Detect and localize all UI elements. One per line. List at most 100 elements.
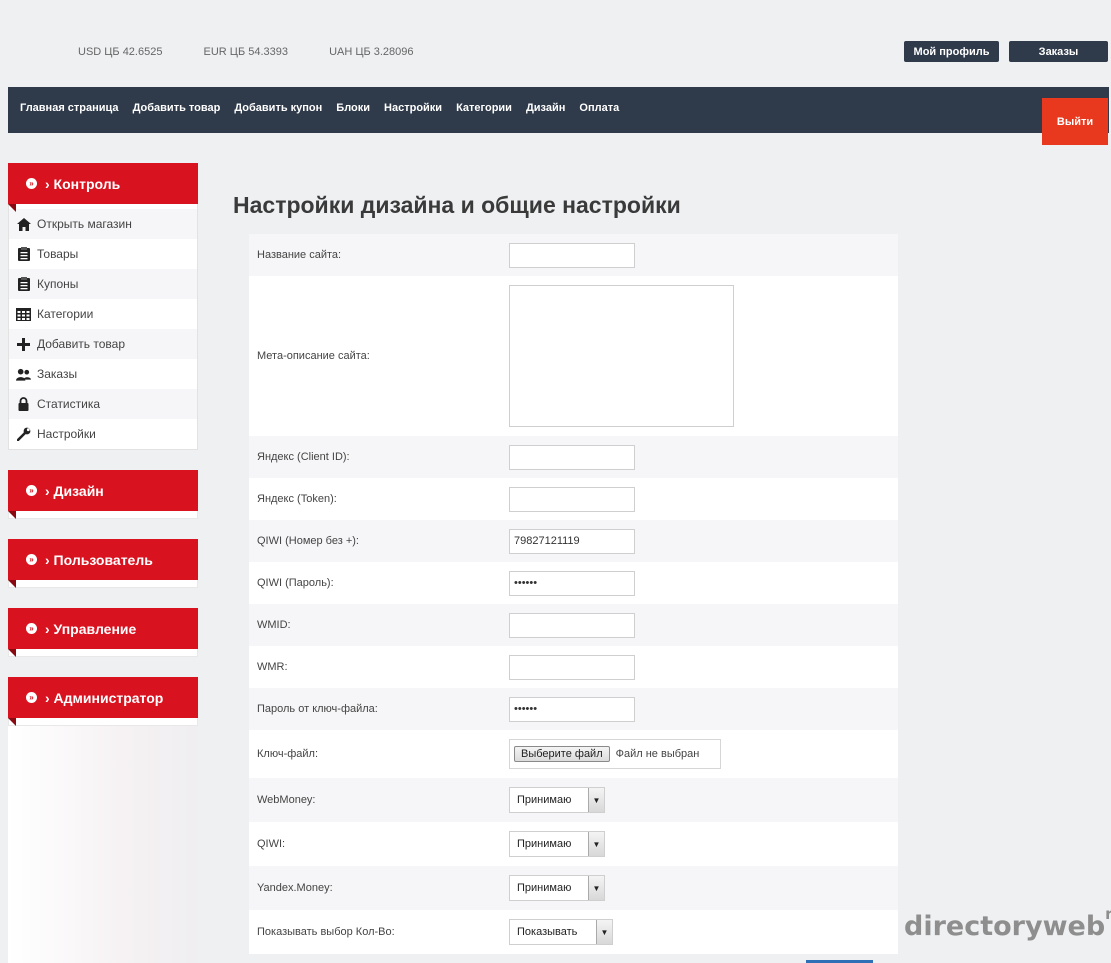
form-row-key-file: Ключ-файл: Выберите файл Файл не выбран bbox=[249, 730, 898, 778]
sidebar-header-label: › Контроль bbox=[45, 175, 121, 192]
qiwi-select[interactable]: Принимаю ▼ bbox=[509, 831, 605, 857]
chevron-circle-icon: » bbox=[26, 554, 37, 565]
sidebar-item-label: Категории bbox=[37, 307, 94, 321]
yandex-client-id-input[interactable] bbox=[509, 444, 635, 470]
home-icon bbox=[16, 217, 31, 231]
sidebar-header-label: › Управление bbox=[45, 620, 137, 637]
key-password-input[interactable]: •••••• bbox=[509, 696, 635, 722]
form-row-wmid: WMID: bbox=[249, 604, 898, 646]
sidebar-group-management: » › Управление bbox=[8, 608, 198, 657]
meta-description-textarea[interactable] bbox=[509, 285, 734, 427]
form-row-qiwi-password: QIWI (Пароль): •••••• bbox=[249, 562, 898, 604]
form-row-yandex-token: Яндекс (Token): bbox=[249, 478, 898, 520]
chevron-circle-icon: » bbox=[26, 692, 37, 703]
show-quantity-select-value: Показывать bbox=[517, 926, 578, 938]
sidebar-item-add-product[interactable]: Добавить товар bbox=[9, 329, 197, 359]
settings-form: Название сайта: Мета-описание сайта: Янд… bbox=[249, 234, 898, 954]
nav-item-design[interactable]: Дизайн bbox=[526, 102, 565, 114]
qiwi-label: QIWI: bbox=[257, 838, 286, 850]
sidebar-item-coupons[interactable]: Купоны bbox=[9, 269, 197, 299]
usd-rate: USD ЦБ 42.6525 bbox=[78, 46, 163, 58]
sidebar-header-management[interactable]: » › Управление bbox=[8, 608, 198, 657]
my-profile-button[interactable]: Мой профиль bbox=[904, 41, 999, 62]
lock-icon bbox=[16, 397, 31, 411]
yandex-client-id-label: Яндекс (Client ID): bbox=[257, 451, 350, 463]
webmoney-select-value: Принимаю bbox=[517, 794, 572, 806]
dropdown-arrow-icon: ▼ bbox=[588, 832, 604, 856]
clipboard-icon bbox=[16, 247, 31, 261]
nav-item-add-product[interactable]: Добавить товар bbox=[133, 102, 221, 114]
form-row-key-password: Пароль от ключ-файла: •••••• bbox=[249, 688, 898, 730]
chevron-circle-icon: » bbox=[26, 485, 37, 496]
sidebar-item-open-shop[interactable]: Открыть магазин bbox=[9, 209, 197, 239]
sidebar-group-design: » › Дизайн bbox=[8, 470, 198, 519]
form-row-site-name: Название сайта: bbox=[249, 234, 898, 276]
sidebar-group-admin: » › Администратор bbox=[8, 677, 198, 726]
sidebar-header-label: › Администратор bbox=[45, 689, 164, 706]
watermark-text: directoryweb bbox=[904, 911, 1106, 942]
key-file-label: Ключ-файл: bbox=[257, 748, 319, 760]
orders-button[interactable]: Заказы bbox=[1009, 41, 1108, 62]
clipboard-icon bbox=[16, 277, 31, 291]
sidebar-item-label: Настройки bbox=[37, 427, 96, 441]
nav-item-payment[interactable]: Оплата bbox=[579, 102, 619, 114]
sidebar-item-orders[interactable]: Заказы bbox=[9, 359, 197, 389]
sidebar-item-label: Купоны bbox=[37, 277, 79, 291]
nav-item-categories[interactable]: Категории bbox=[456, 102, 512, 114]
chevron-circle-icon: » bbox=[26, 623, 37, 634]
file-status-text: Файл не выбран bbox=[615, 748, 700, 760]
form-row-wmr: WMR: bbox=[249, 646, 898, 688]
eur-rate: EUR ЦБ 54.3393 bbox=[203, 46, 288, 58]
wmr-input[interactable] bbox=[509, 654, 635, 680]
qiwi-select-value: Принимаю bbox=[517, 838, 572, 850]
sidebar-item-label: Статистика bbox=[37, 397, 101, 411]
logout-button[interactable]: Выйти bbox=[1042, 98, 1108, 145]
site-name-label: Название сайта: bbox=[257, 249, 342, 261]
form-row-qiwi-number: QIWI (Номер без +): 79827121119 bbox=[249, 520, 898, 562]
nav-item-home[interactable]: Главная страница bbox=[20, 102, 119, 114]
form-row-webmoney: WebMoney: Принимаю ▼ bbox=[249, 778, 898, 822]
sidebar-header-label: › Пользователь bbox=[45, 551, 153, 568]
site-name-input[interactable] bbox=[509, 242, 635, 268]
sidebar-item-categories[interactable]: Категории bbox=[9, 299, 197, 329]
table-icon bbox=[16, 307, 31, 321]
yandex-money-label: Yandex.Money: bbox=[257, 882, 333, 894]
sidebar-header-design[interactable]: » › Дизайн bbox=[8, 470, 198, 519]
watermark-logo: directorywebru bbox=[904, 905, 1111, 942]
sidebar-item-products[interactable]: Товары bbox=[9, 239, 197, 269]
main-navbar: Главная страница Добавить товар Добавить… bbox=[8, 87, 1109, 133]
qiwi-password-input[interactable]: •••••• bbox=[509, 570, 635, 596]
watermark-sup: ru bbox=[1105, 905, 1111, 923]
sidebar-item-settings[interactable]: Настройки bbox=[9, 419, 197, 449]
yandex-token-input[interactable] bbox=[509, 486, 635, 512]
nav-item-blocks[interactable]: Блоки bbox=[336, 102, 370, 114]
choose-file-button[interactable]: Выберите файл bbox=[514, 746, 610, 762]
dropdown-arrow-icon: ▼ bbox=[588, 876, 604, 900]
sidebar-group-spacer bbox=[8, 580, 198, 588]
qiwi-number-input[interactable]: 79827121119 bbox=[509, 528, 635, 554]
yandex-money-select-value: Принимаю bbox=[517, 882, 572, 894]
wrench-icon bbox=[16, 427, 31, 441]
wmr-label: WMR: bbox=[257, 661, 288, 673]
form-row-show-quantity: Показывать выбор Кол-Во: Показывать ▼ bbox=[249, 910, 898, 954]
nav-item-settings[interactable]: Настройки bbox=[384, 102, 442, 114]
sidebar-group-spacer bbox=[8, 511, 198, 519]
sidebar-item-statistics[interactable]: Статистика bbox=[9, 389, 197, 419]
wmid-input[interactable] bbox=[509, 612, 635, 638]
show-quantity-select[interactable]: Показывать ▼ bbox=[509, 919, 613, 945]
webmoney-select[interactable]: Принимаю ▼ bbox=[509, 787, 605, 813]
yandex-money-select[interactable]: Принимаю ▼ bbox=[509, 875, 605, 901]
users-icon bbox=[16, 367, 31, 381]
sidebar-header-control[interactable]: » › Контроль bbox=[8, 163, 198, 212]
sidebar-header-user[interactable]: » › Пользователь bbox=[8, 539, 198, 588]
form-row-yandex-money: Yandex.Money: Принимаю ▼ bbox=[249, 866, 898, 910]
key-password-label: Пароль от ключ-файла: bbox=[257, 703, 378, 715]
sidebar-header-admin[interactable]: » › Администратор bbox=[8, 677, 198, 726]
plus-icon bbox=[16, 337, 31, 351]
qiwi-number-label: QIWI (Номер без +): bbox=[257, 535, 359, 547]
nav-item-add-coupon[interactable]: Добавить купон bbox=[234, 102, 322, 114]
page-title: Настройки дизайна и общие настройки bbox=[233, 192, 681, 218]
sidebar-group-spacer bbox=[8, 649, 198, 657]
wmid-label: WMID: bbox=[257, 619, 291, 631]
sidebar-group-user: » › Пользователь bbox=[8, 539, 198, 588]
